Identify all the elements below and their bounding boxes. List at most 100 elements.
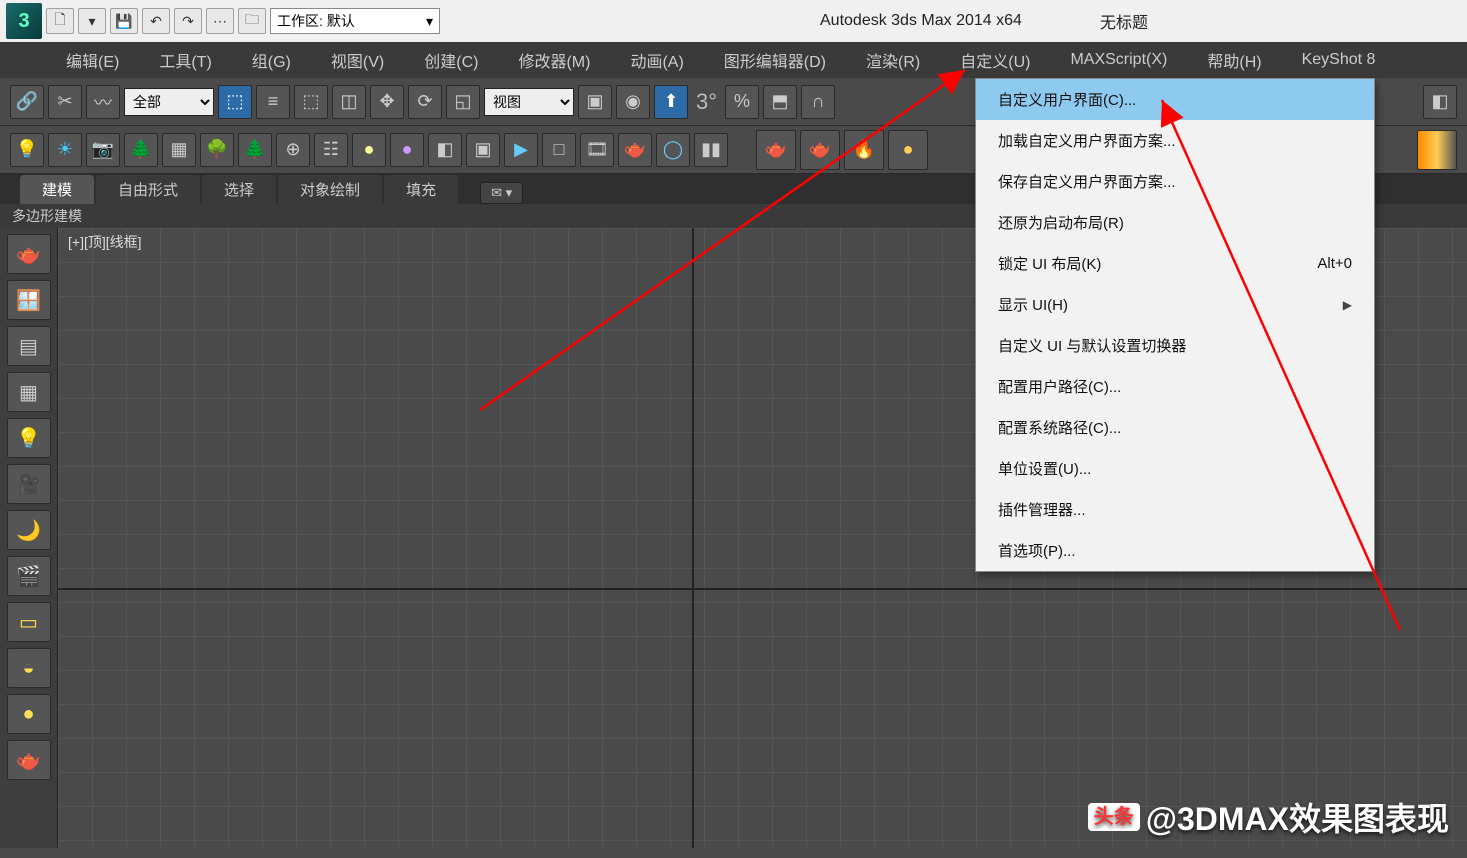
light-tool[interactable]: 💡: [10, 133, 44, 167]
document-title: 无标题: [1100, 9, 1148, 33]
moon-icon[interactable]: 🌙: [7, 510, 51, 550]
pivot-tool[interactable]: ▣: [578, 85, 612, 119]
dd-plugin-manager[interactable]: 插件管理器...: [976, 489, 1374, 530]
tab-object-paint[interactable]: 对象绘制: [278, 175, 382, 204]
workspace-dropdown[interactable]: 工作区: 默认 ▾: [270, 8, 440, 34]
select-by-name-tool[interactable]: ≡: [256, 85, 290, 119]
watermark-text: @3DMAX效果图表现: [1146, 794, 1449, 840]
material-tool[interactable]: ●: [352, 133, 386, 167]
teapot-2-icon[interactable]: 🫖: [7, 740, 51, 780]
render-production[interactable]: 🫖: [756, 130, 796, 170]
mirror-tool[interactable]: ◧: [1423, 85, 1457, 119]
spinner-snap-tool[interactable]: ⬒: [763, 85, 797, 119]
rotate-tool[interactable]: ⟳: [408, 85, 442, 119]
render-iterative[interactable]: 🫖: [800, 130, 840, 170]
customize-menu-dropdown: 自定义用户界面(C)... 加载自定义用户界面方案... 保存自定义用户界面方案…: [975, 78, 1375, 572]
camera-light-tool[interactable]: 📷: [86, 133, 120, 167]
menu-graph-editor[interactable]: 图形编辑器(D): [718, 44, 832, 76]
window-icon[interactable]: 🪟: [7, 280, 51, 320]
redo-button[interactable]: ↷: [174, 8, 202, 34]
menu-maxscript[interactable]: MAXScript(X): [1064, 47, 1173, 73]
undo-button[interactable]: ↶: [142, 8, 170, 34]
selection-filter-dropdown[interactable]: 全部: [124, 88, 214, 116]
camera-icon[interactable]: 🎥: [7, 464, 51, 504]
tab-modeling[interactable]: 建模: [20, 175, 94, 204]
dd-preferences[interactable]: 首选项(P)...: [976, 530, 1374, 571]
film-tool[interactable]: 🎞: [580, 133, 614, 167]
dd-lock-ui-layout[interactable]: 锁定 UI 布局(K)Alt+0: [976, 243, 1374, 284]
dd-save-ui-scheme[interactable]: 保存自定义用户界面方案...: [976, 161, 1374, 202]
menu-edit[interactable]: 编辑(E): [60, 44, 125, 76]
menu-keyshot[interactable]: KeyShot 8: [1296, 47, 1382, 73]
open-file-button[interactable]: ▾: [78, 8, 106, 34]
dd-show-ui[interactable]: 显示 UI(H)▶: [976, 284, 1374, 325]
bind-space-warp-tool[interactable]: 〰: [86, 85, 120, 119]
chevron-right-icon: ▶: [1343, 298, 1352, 312]
bulb-tool[interactable]: ◯: [656, 133, 690, 167]
coord-system-dropdown[interactable]: 视图: [484, 88, 574, 116]
viewport-label[interactable]: [+][顶][线框]: [68, 232, 142, 252]
manipulate-tool[interactable]: ◉: [616, 85, 650, 119]
menu-tools[interactable]: 工具(T): [153, 44, 217, 76]
link-tool[interactable]: 🔗: [10, 85, 44, 119]
layers-tool[interactable]: ☷: [314, 133, 348, 167]
window-crossing-tool[interactable]: ◫: [332, 85, 366, 119]
dd-units-setup[interactable]: 单位设置(U)...: [976, 448, 1374, 489]
project-button[interactable]: 🗀: [238, 8, 266, 34]
panel-tool[interactable]: ▣: [466, 133, 500, 167]
select-tool[interactable]: ⬚: [218, 85, 252, 119]
dd-load-ui-scheme[interactable]: 加载自定义用户界面方案...: [976, 120, 1374, 161]
ball-yellow-tool[interactable]: ●: [888, 130, 928, 170]
app-icon[interactable]: 3: [6, 3, 42, 39]
tab-populate[interactable]: 填充: [384, 175, 458, 204]
menu-customize[interactable]: 自定义(U): [954, 44, 1036, 76]
gradient-tool[interactable]: ●: [1417, 130, 1457, 170]
move-tool[interactable]: ✥: [370, 85, 404, 119]
tab-freeform[interactable]: 自由形式: [96, 175, 200, 204]
menu-create[interactable]: 创建(C): [418, 44, 484, 76]
yellow-dome-icon[interactable]: ◒: [7, 648, 51, 688]
axis-tool[interactable]: ⊕: [276, 133, 310, 167]
trees-tool-2[interactable]: 🌳: [200, 133, 234, 167]
teapot-render-tool[interactable]: 🫖: [618, 133, 652, 167]
sphere-tool[interactable]: ●: [390, 133, 424, 167]
table-icon[interactable]: ▦: [7, 372, 51, 412]
tree-single-tool[interactable]: 🌲: [238, 133, 272, 167]
percent-snap-tool[interactable]: %: [725, 85, 759, 119]
list-icon[interactable]: ▤: [7, 326, 51, 366]
menu-render[interactable]: 渲染(R): [860, 44, 926, 76]
dd-configure-system-paths[interactable]: 配置系统路径(C)...: [976, 407, 1374, 448]
menu-modifier[interactable]: 修改器(M): [512, 44, 596, 76]
dd-configure-user-paths[interactable]: 配置用户路径(C)...: [976, 366, 1374, 407]
teapot-icon[interactable]: 🫖: [7, 234, 51, 274]
clapper-icon[interactable]: 🎬: [7, 556, 51, 596]
unlink-tool[interactable]: ✂: [48, 85, 82, 119]
save-button[interactable]: 💾: [110, 8, 138, 34]
yellow-rect-icon[interactable]: ▭: [7, 602, 51, 642]
dd-ui-default-switcher[interactable]: 自定义 UI 与默认设置切换器: [976, 325, 1374, 366]
trees-tool-1[interactable]: 🌲: [124, 133, 158, 167]
more-qat-button[interactable]: ⋯: [206, 8, 234, 34]
menu-group[interactable]: 组(G): [246, 44, 297, 76]
sun-tool[interactable]: ☀: [48, 133, 82, 167]
cube-tool[interactable]: ◧: [428, 133, 462, 167]
fire-tool[interactable]: 🔥: [844, 130, 884, 170]
play-tool[interactable]: ▶: [504, 133, 538, 167]
dd-revert-layout[interactable]: 还原为启动布局(R): [976, 202, 1374, 243]
scale-tool[interactable]: ◱: [446, 85, 480, 119]
panels-tool[interactable]: ▮▮: [694, 133, 728, 167]
tab-selection[interactable]: 选择: [202, 175, 276, 204]
menu-animation[interactable]: 动画(A): [624, 44, 689, 76]
grid-tool[interactable]: ▦: [162, 133, 196, 167]
yellow-circle-icon[interactable]: ●: [7, 694, 51, 734]
envelope-button[interactable]: ✉ ▾: [480, 182, 523, 204]
menu-help[interactable]: 帮助(H): [1201, 44, 1267, 76]
menu-view[interactable]: 视图(V): [325, 44, 390, 76]
bulb-set-icon[interactable]: 💡: [7, 418, 51, 458]
snap-toggle[interactable]: ⬆: [654, 85, 688, 119]
open-square-tool[interactable]: □: [542, 133, 576, 167]
dd-customize-ui[interactable]: 自定义用户界面(C)...: [976, 79, 1374, 120]
magnet-tool[interactable]: ∩: [801, 85, 835, 119]
region-rect-tool[interactable]: ⬚: [294, 85, 328, 119]
new-file-button[interactable]: 🗋: [46, 8, 74, 34]
